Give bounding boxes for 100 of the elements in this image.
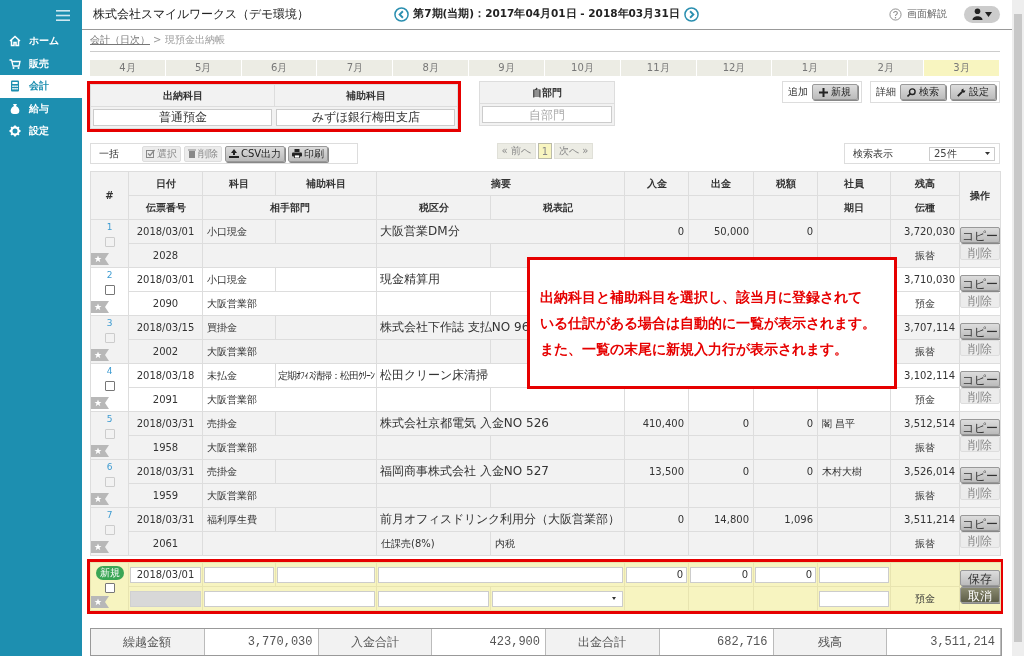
row-number-link[interactable]: 4 — [106, 365, 113, 376]
page-button[interactable]: 1 — [537, 143, 553, 160]
tax-note-select[interactable] — [492, 590, 623, 607]
bulk-label: 一括 — [99, 146, 120, 161]
input-field[interactable] — [378, 566, 623, 583]
input-field[interactable] — [378, 590, 489, 607]
caret-icon — [612, 597, 616, 601]
month-tab[interactable]: 12月 — [696, 59, 773, 77]
ribbon-star-icon[interactable] — [91, 595, 109, 608]
row-action-button[interactable]: コピー — [960, 274, 1000, 291]
input-field[interactable] — [819, 590, 889, 607]
toolbar-button[interactable]: CSV出力 — [225, 145, 286, 162]
ribbon-star-icon[interactable] — [91, 540, 109, 553]
next-page-button[interactable]: 次へ » — [554, 143, 594, 160]
breadcrumb-link[interactable]: 会計（日次） — [90, 33, 150, 48]
page-size-select[interactable]: 25件 — [929, 146, 995, 161]
column-header: 操作 — [959, 171, 1001, 220]
ribbon-star-icon[interactable] — [91, 492, 109, 505]
toolbar-button[interactable]: 新規 — [812, 84, 858, 101]
menu-icon[interactable] — [56, 9, 70, 21]
total-label: 繰越金額 — [91, 629, 205, 655]
user-menu-button[interactable] — [964, 5, 1000, 23]
table-cell: 大阪営業部 — [202, 387, 377, 412]
money-bag-icon — [9, 102, 21, 115]
input-field[interactable]: 普通預金 — [93, 109, 272, 127]
month-tab[interactable]: 4月 — [90, 59, 166, 77]
gear-icon — [9, 125, 21, 138]
input-field[interactable] — [277, 566, 375, 583]
filter-label: 補助科目 — [274, 85, 457, 108]
toolbar-button[interactable]: 検索 — [900, 84, 946, 101]
sidebar-item[interactable]: 給与 — [0, 97, 82, 120]
group-label: 詳細 — [876, 85, 896, 100]
input-field[interactable] — [819, 566, 889, 583]
caret-icon — [985, 152, 990, 156]
ribbon-star-icon[interactable] — [91, 396, 109, 409]
ribbon-star-icon[interactable] — [91, 348, 109, 361]
month-tab[interactable]: 6月 — [241, 59, 318, 77]
row-number-link[interactable]: 2 — [106, 269, 113, 280]
table-cell: 前月オフィスドリンク利用分（大阪営業部） — [376, 507, 625, 532]
input-field[interactable]: 0 — [755, 566, 816, 583]
row-checkbox[interactable] — [104, 285, 115, 296]
table-cell: 福岡商事株式会社 入金NO 527 — [376, 459, 625, 484]
company-name: 株式会社スマイルワークス（デモ環境） — [93, 5, 309, 23]
month-tab[interactable]: 2月 — [848, 59, 925, 77]
month-tab[interactable]: 8月 — [393, 59, 470, 77]
wrench-icon — [957, 87, 966, 97]
month-tab[interactable]: 3月 — [924, 59, 1000, 77]
toolbar-button[interactable]: 印刷 — [288, 145, 329, 162]
scrollbar[interactable] — [1012, 0, 1024, 656]
month-tab[interactable]: 10月 — [544, 59, 621, 77]
ribbon-star-icon[interactable] — [91, 300, 109, 313]
month-tab[interactable]: 1月 — [772, 59, 849, 77]
month-tab[interactable]: 7月 — [317, 59, 394, 77]
column-header: 税区分 — [376, 195, 491, 220]
breadcrumb-current: > 現預金出納帳 — [153, 33, 225, 48]
input-field[interactable] — [204, 566, 274, 583]
home-icon — [9, 35, 21, 48]
page-size-label: 検索表示 — [853, 146, 894, 161]
input-field[interactable]: 0 — [690, 566, 752, 583]
input-field[interactable]: 0 — [626, 566, 687, 583]
help-link[interactable]: 画面解説 — [907, 7, 947, 22]
trash-icon — [188, 149, 196, 159]
month-tab[interactable]: 9月 — [469, 59, 545, 77]
sidebar-item[interactable]: 設定 — [0, 120, 82, 143]
ribbon-star-icon[interactable] — [91, 444, 109, 457]
input-field[interactable]: 自部門 — [482, 106, 612, 124]
help-icon[interactable] — [889, 7, 902, 21]
input-field[interactable]: みずほ銀行梅田支店 — [276, 109, 455, 127]
month-tab[interactable]: 5月 — [165, 59, 242, 77]
scrollbar-thumb[interactable] — [1014, 14, 1022, 642]
month-tab[interactable]: 11月 — [620, 59, 697, 77]
plus-icon — [819, 87, 828, 97]
column-header: 補助科目 — [275, 171, 377, 196]
row-checkbox[interactable] — [104, 582, 115, 593]
callout-text: また、一覧の末尾に新規入力行が表示されます。 — [540, 340, 849, 360]
search-icon — [907, 87, 916, 97]
previous-page-button[interactable]: « 前へ — [496, 143, 536, 160]
input-field[interactable] — [204, 590, 375, 607]
column-header: 摘要 — [376, 171, 625, 196]
input-field[interactable]: 2018/03/01 — [130, 566, 201, 583]
caret-icon — [985, 11, 992, 17]
previous-period-icon[interactable] — [394, 6, 410, 22]
row-action-button[interactable]: 保存 — [960, 569, 1000, 586]
column-header: 科目 — [202, 171, 276, 196]
table-cell: 株式会社京都電気 入金NO 526 — [376, 411, 625, 436]
column-header: 日付 — [128, 171, 203, 196]
total-label: 入金合計 — [318, 629, 433, 655]
sidebar-item[interactable]: ホーム — [0, 30, 82, 53]
upload-icon — [229, 149, 239, 159]
table-cell: 大阪営業DM分 — [376, 219, 625, 244]
table-cell: 大阪営業部 — [202, 483, 377, 508]
next-period-icon[interactable] — [683, 6, 699, 22]
row-checkbox[interactable] — [104, 381, 115, 392]
row-action-button[interactable]: コピー — [960, 370, 1000, 387]
sidebar-item[interactable]: 会計 — [0, 75, 82, 98]
sidebar-item[interactable]: 販売 — [0, 52, 82, 75]
toolbar-button[interactable]: 設定 — [950, 84, 996, 101]
column-header: 入金 — [624, 171, 689, 196]
fiscal-period: 第7期(当期)：2017年04月01日 - 2018年03月31日 — [413, 7, 680, 22]
ribbon-star-icon[interactable] — [91, 252, 109, 265]
